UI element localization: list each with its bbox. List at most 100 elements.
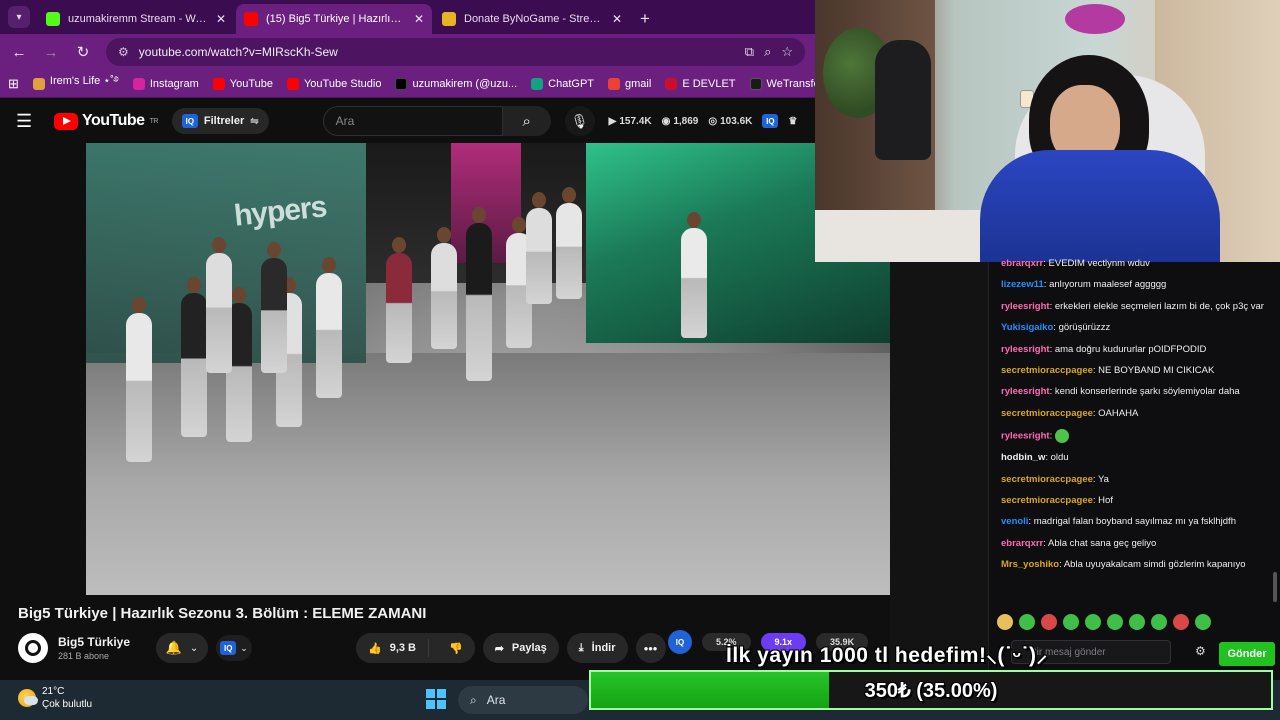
chevron-down-icon: ⌄ [189, 642, 199, 654]
weather-widget[interactable]: 21°C Çok bulutlu [18, 685, 92, 711]
trophy-icon[interactable]: ♛ [788, 116, 797, 127]
iq-icon: IQ [181, 114, 198, 128]
channel-avatar[interactable] [18, 633, 48, 663]
play-icon: ▶ [608, 115, 617, 127]
apps-grid-icon[interactable]: ⊞ [8, 76, 19, 92]
bookmark-favicon-icon [32, 77, 45, 90]
like-button[interactable]: 👍 9,3 B [356, 639, 429, 657]
likes-value: 103.6K [720, 115, 753, 127]
chat-message: venoli: madrigal falan boyband sayılmaz … [1001, 516, 1273, 529]
chat-username[interactable]: ryleesright [1001, 344, 1050, 355]
weather-condition: Çok bulutlu [42, 699, 93, 710]
chat-send-button[interactable]: Gönder [1219, 642, 1275, 666]
emote-icon[interactable] [1085, 614, 1101, 630]
zoom-icon[interactable]: ⌕ [764, 44, 771, 60]
chat-message: ebrarqxrr: EVEDIM vectlynm wduv [1001, 258, 1273, 271]
site-info-icon[interactable]: ⚙ [118, 45, 129, 59]
windows-start-icon[interactable] [426, 689, 446, 709]
bookmark-gmail[interactable]: gmail [608, 77, 651, 90]
iq-extension-icon[interactable]: IQ [762, 114, 779, 128]
search-button[interactable]: ⌕ [502, 106, 551, 136]
emote-icon[interactable] [1041, 614, 1057, 630]
bookmark-star-icon[interactable]: ☆ [781, 44, 793, 60]
bookmark-tiktok[interactable]: uzumakirem (@uzu... [395, 77, 517, 90]
chat-username[interactable]: ebrarqxrr [1001, 258, 1043, 269]
forward-arrow-icon[interactable]: → [42, 44, 60, 61]
emote-icon[interactable] [1129, 614, 1145, 630]
taskbar-search[interactable]: ⌕ Ara [458, 686, 588, 714]
menu-icon[interactable]: ☰ [16, 111, 40, 132]
new-tab-button[interactable]: + [632, 4, 658, 34]
bookmark-youtube[interactable]: YouTube [212, 77, 273, 90]
channel-name[interactable]: Big5 Türkiye [58, 635, 138, 649]
install-app-icon[interactable]: ⧉ [745, 44, 754, 60]
chat-username[interactable]: ryleesright [1001, 301, 1050, 312]
shelf-pillow [1065, 4, 1125, 34]
chat-username[interactable]: secretmioraccpagee [1001, 495, 1093, 506]
chat-username[interactable]: secretmioraccpagee [1001, 365, 1093, 376]
tab-close-icon[interactable]: ✕ [612, 12, 622, 26]
chat-message: Yukisigaiko: görüşürüzzz [1001, 322, 1273, 335]
chat-username[interactable]: ryleesright [1001, 386, 1050, 397]
bynogame-favicon-icon [442, 12, 456, 26]
bookmark-instagram[interactable]: Instagram [132, 77, 199, 90]
chat-username[interactable]: ebrarqxrr [1001, 538, 1043, 549]
tab-donate[interactable]: Donate ByNoGame - Streamer ✕ [434, 4, 630, 34]
dislike-button[interactable]: 👎 [437, 642, 475, 655]
download-button[interactable]: ⤓ İndir [566, 633, 628, 663]
youtube-logo[interactable]: YouTube TR [54, 112, 158, 130]
tab-youtube[interactable]: (15) Big5 Türkiye | Hazırlık Sezonu ✕ [236, 4, 432, 34]
share-button[interactable]: ➦ Paylaş [482, 633, 559, 663]
reload-icon[interactable]: ↻ [74, 43, 92, 61]
chat-username[interactable]: lizezew11 [1001, 279, 1044, 290]
youtube-icon [212, 77, 225, 90]
bookmark-irems-life[interactable]: Irem's Life ⋆˚࿔ [32, 70, 119, 97]
chat-emote-icon [1054, 429, 1069, 444]
tab-close-icon[interactable]: ✕ [414, 12, 424, 26]
chat-username[interactable]: hodbin_w [1001, 452, 1045, 463]
iq-dropdown[interactable]: IQ ⌄ [216, 635, 252, 661]
youtube-studio-icon [286, 77, 299, 90]
tab-close-icon[interactable]: ✕ [216, 12, 226, 26]
chat-username[interactable]: secretmioraccpagee [1001, 474, 1093, 485]
emote-icon[interactable] [1173, 614, 1189, 630]
emote-icon[interactable] [1063, 614, 1079, 630]
bookmark-youtube-studio[interactable]: YouTube Studio [286, 77, 382, 90]
chat-message: ryleesright: ama doğru kudururlar pOIDFP… [1001, 344, 1273, 357]
emote-icon[interactable] [1151, 614, 1167, 630]
emote-icon[interactable] [1195, 614, 1211, 630]
tab-title: Donate ByNoGame - Streamer [464, 13, 604, 25]
chat-message: secretmioraccpagee: NE BOYBAND MI CIKICA… [1001, 365, 1273, 378]
iq-logo-icon[interactable]: IQ [668, 630, 692, 654]
back-arrow-icon[interactable]: ← [10, 44, 28, 61]
bookmark-wetransfer[interactable]: WeTransfer [749, 77, 815, 90]
emote-icon[interactable] [1019, 614, 1035, 630]
url-bar[interactable]: ⚙ youtube.com/watch?v=MIRscKh-Sew ⧉ ⌕ ☆ [106, 38, 805, 66]
chat-username[interactable]: Yukisigaiko [1001, 322, 1053, 333]
chat-text: anlıyorum maalesef aggggg [1049, 279, 1167, 291]
filters-button[interactable]: IQ Filtreler ⇋ [171, 108, 269, 134]
more-actions-button[interactable]: ••• [635, 633, 666, 663]
tab-kick[interactable]: uzumakiremm Stream - Watch Live on Kick … [38, 4, 234, 34]
voice-search-button[interactable]: 🎙 [564, 106, 595, 136]
sliders-icon: ⇋ [250, 115, 259, 127]
notification-button[interactable]: 🔔 ⌄ [156, 633, 208, 663]
chat-username[interactable]: secretmioraccpagee [1001, 408, 1093, 419]
bookmark-e-devlet[interactable]: E DEVLET [665, 77, 736, 90]
search-input[interactable]: Ara [322, 106, 503, 136]
tiktok-icon [395, 77, 408, 90]
chat-scrollbar[interactable] [1273, 572, 1277, 602]
chat-username[interactable]: ryleesright [1001, 431, 1050, 442]
more-dots-icon: ••• [643, 640, 658, 656]
emote-icon[interactable] [997, 614, 1013, 630]
chat-settings-gear-icon[interactable]: ⚙ [1195, 644, 1206, 658]
tab-search-icon[interactable]: ▾ [8, 6, 30, 28]
bookmark-label: YouTube Studio [303, 77, 382, 90]
bookmark-chatgpt[interactable]: ChatGPT [531, 77, 594, 90]
url-text[interactable]: youtube.com/watch?v=MIRscKh-Sew [139, 45, 735, 59]
emote-icon[interactable] [1107, 614, 1123, 630]
chat-username[interactable]: Mrs_yoshiko [1001, 559, 1059, 570]
chat-username[interactable]: venoli [1001, 516, 1028, 527]
dancer-figure [206, 253, 232, 373]
video-player[interactable]: hypers [86, 143, 890, 595]
